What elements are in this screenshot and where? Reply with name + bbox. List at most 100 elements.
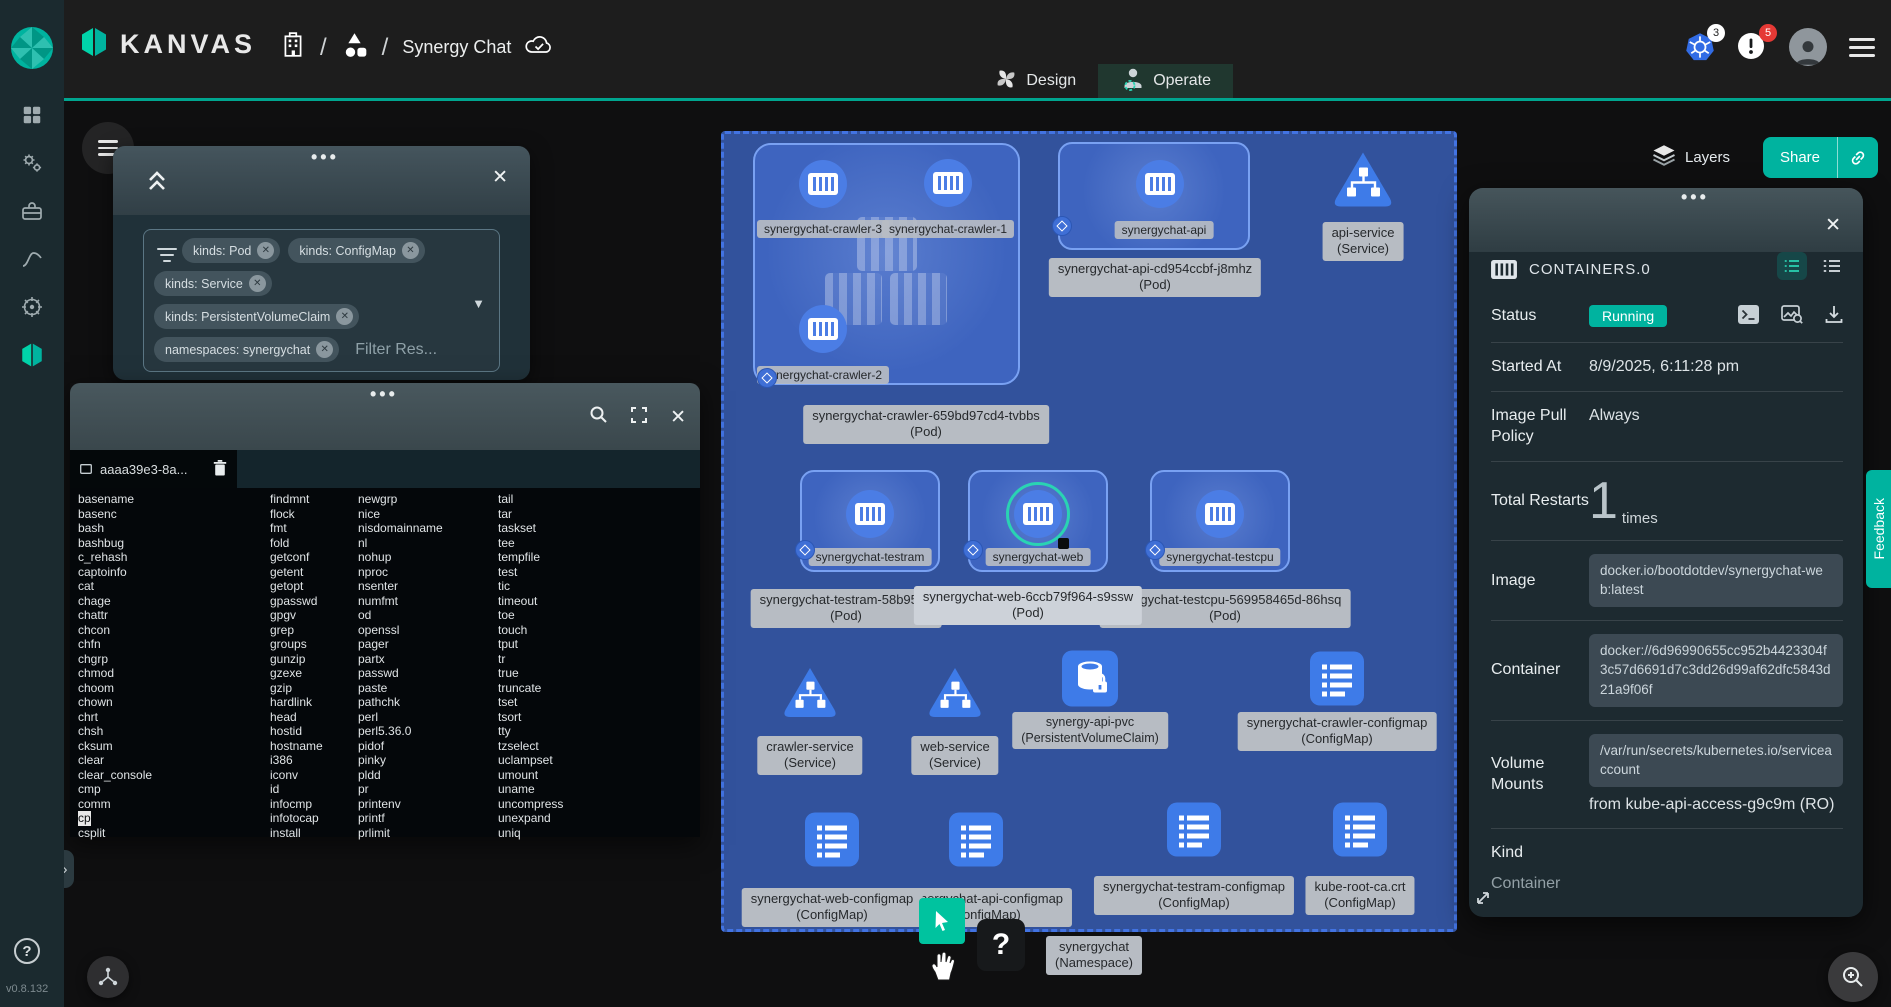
layers-button[interactable]: Layers bbox=[1652, 143, 1730, 171]
structured-view-toggle[interactable] bbox=[1777, 252, 1807, 280]
notifications-button[interactable]: 5 bbox=[1737, 32, 1767, 62]
terminal-output[interactable]: basenamebasencbashbashbugc_rehashcaptoin… bbox=[70, 488, 700, 837]
filter-chip[interactable]: namespaces: synergychat✕ bbox=[154, 337, 339, 362]
terminal-command: od bbox=[358, 608, 443, 623]
terminal-command: gpgv bbox=[270, 608, 323, 623]
container-icon[interactable] bbox=[924, 159, 972, 207]
hand-cursor-icon bbox=[929, 950, 955, 987]
sidebar-item-helm[interactable] bbox=[19, 294, 45, 320]
row-label: Image bbox=[1491, 570, 1589, 592]
ghost-container-icon bbox=[890, 273, 947, 325]
organization-icon[interactable] bbox=[280, 30, 306, 65]
configmap-api-icon[interactable] bbox=[949, 813, 1003, 872]
close-icon[interactable]: ✕ bbox=[1825, 214, 1841, 237]
terminal-command: tput bbox=[498, 637, 563, 652]
terminal-tab[interactable]: aaaa39e3-8a... bbox=[70, 450, 237, 488]
service-crawler-icon[interactable] bbox=[781, 664, 839, 727]
service-web-icon[interactable] bbox=[926, 664, 984, 727]
container-name-chip: synergychat-testram bbox=[809, 548, 932, 566]
sidebar-item-performance[interactable] bbox=[19, 246, 45, 272]
container-icon[interactable] bbox=[799, 305, 847, 353]
provider-logo[interactable] bbox=[10, 26, 54, 75]
filter-chip[interactable]: kinds: PersistentVolumeClaim✕ bbox=[154, 304, 359, 329]
chevron-down-icon[interactable]: ▼ bbox=[472, 296, 485, 311]
container-icon[interactable] bbox=[846, 490, 894, 538]
configmap-web-icon[interactable] bbox=[805, 813, 859, 872]
terminal-command: head bbox=[270, 710, 323, 725]
filter-chip[interactable]: kinds: Service✕ bbox=[154, 271, 272, 296]
open-terminal-icon[interactable] bbox=[1738, 305, 1759, 329]
zoom-button[interactable] bbox=[1828, 952, 1878, 1002]
close-icon[interactable]: ✕ bbox=[492, 166, 508, 189]
help-tool-button[interactable]: ? bbox=[977, 919, 1025, 971]
close-icon[interactable]: ✕ bbox=[670, 406, 686, 429]
terminal-command: fold bbox=[270, 536, 323, 551]
pod-badge-icon bbox=[757, 368, 777, 388]
tab-operate[interactable]: Operate bbox=[1098, 64, 1233, 98]
service-api-icon[interactable] bbox=[1331, 148, 1395, 217]
user-avatar[interactable] bbox=[1789, 28, 1827, 66]
copy-link-icon[interactable] bbox=[1838, 149, 1878, 167]
selection-handle[interactable] bbox=[1058, 538, 1069, 549]
terminal-command: true bbox=[498, 666, 563, 681]
menu-icon[interactable] bbox=[1849, 38, 1875, 57]
share-label[interactable]: Share bbox=[1763, 149, 1837, 166]
tab-design[interactable]: Design bbox=[973, 64, 1098, 98]
collaboration-button[interactable] bbox=[87, 956, 129, 998]
row-value: Always bbox=[1589, 405, 1640, 427]
feedback-tab[interactable]: Feedback bbox=[1866, 470, 1891, 588]
sidebar-item-lifecycle[interactable] bbox=[19, 150, 45, 176]
terminal-command: bash bbox=[78, 521, 152, 536]
chip-remove-icon[interactable]: ✕ bbox=[257, 242, 274, 259]
trash-icon[interactable] bbox=[213, 460, 227, 479]
drag-handle-icon[interactable]: ••• bbox=[370, 391, 398, 397]
terminal-header[interactable]: ••• ✕ bbox=[70, 383, 700, 450]
configmap-crawler-icon[interactable] bbox=[1310, 652, 1364, 711]
resize-handle-icon[interactable] bbox=[1475, 890, 1491, 911]
terminal-command: cksum bbox=[78, 739, 152, 754]
kubernetes-context-button[interactable]: 3 bbox=[1685, 32, 1715, 62]
terminal-command: tr bbox=[498, 652, 563, 667]
workspace-shapes-icon[interactable] bbox=[341, 31, 368, 65]
container-icon[interactable] bbox=[1136, 160, 1184, 208]
volume-mount-path[interactable]: /var/run/secrets/kubernetes.io/serviceac… bbox=[1589, 734, 1843, 787]
design-name[interactable]: Synergy Chat bbox=[402, 37, 511, 58]
container-icon[interactable] bbox=[1196, 490, 1244, 538]
filter-panel-header[interactable]: ••• ✕ bbox=[113, 146, 530, 215]
share-button[interactable]: Share bbox=[1763, 137, 1878, 178]
image-inspect-icon[interactable] bbox=[1781, 305, 1803, 329]
container-id-value[interactable]: docker://6d96990655cc952b4423304f3c57d66… bbox=[1589, 634, 1843, 707]
terminal-command: cat bbox=[78, 579, 152, 594]
configmap-testram-icon[interactable] bbox=[1167, 803, 1221, 862]
configmap-kube-root-ca-icon[interactable] bbox=[1333, 803, 1387, 862]
terminal-command: newgrp bbox=[358, 492, 443, 507]
collapse-icon[interactable] bbox=[145, 166, 169, 197]
sidebar-item-dashboard[interactable] bbox=[19, 102, 45, 128]
filter-chip[interactable]: kinds: ConfigMap✕ bbox=[288, 238, 425, 263]
alert-count-badge: 5 bbox=[1759, 24, 1777, 42]
layers-icon bbox=[1652, 143, 1676, 171]
terminal-command: printf bbox=[358, 811, 443, 826]
brand[interactable]: KANVAS bbox=[78, 26, 256, 63]
filter-placeholder[interactable]: Filter Res... bbox=[355, 341, 437, 359]
chip-remove-icon[interactable]: ✕ bbox=[249, 275, 266, 292]
drag-handle-icon[interactable]: ••• bbox=[311, 154, 339, 160]
chip-remove-icon[interactable]: ✕ bbox=[402, 242, 419, 259]
chip-remove-icon[interactable]: ✕ bbox=[316, 341, 333, 358]
sidebar-item-meshery[interactable] bbox=[19, 342, 45, 368]
help-button[interactable]: ? bbox=[14, 938, 40, 964]
filter-chip[interactable]: kinds: Pod✕ bbox=[182, 238, 280, 263]
filter-input-box[interactable]: kinds: Pod✕ kinds: ConfigMap✕ kinds: Servi… bbox=[143, 229, 500, 372]
drag-handle-icon[interactable]: ••• bbox=[1681, 194, 1709, 200]
container-icon[interactable] bbox=[799, 160, 847, 208]
chip-remove-icon[interactable]: ✕ bbox=[336, 308, 353, 325]
download-icon[interactable] bbox=[1825, 305, 1843, 329]
sidebar-item-configuration[interactable] bbox=[19, 198, 45, 224]
fullscreen-icon[interactable] bbox=[630, 406, 648, 429]
search-icon[interactable] bbox=[589, 405, 608, 429]
list-view-toggle[interactable] bbox=[1817, 252, 1847, 280]
service-label: web-service(Service) bbox=[911, 736, 998, 775]
pvc-icon[interactable] bbox=[1062, 651, 1118, 712]
details-panel-header[interactable]: ••• ✕ bbox=[1469, 188, 1863, 252]
image-value[interactable]: docker.io/bootdotdev/synergychat-web:lat… bbox=[1589, 554, 1843, 607]
